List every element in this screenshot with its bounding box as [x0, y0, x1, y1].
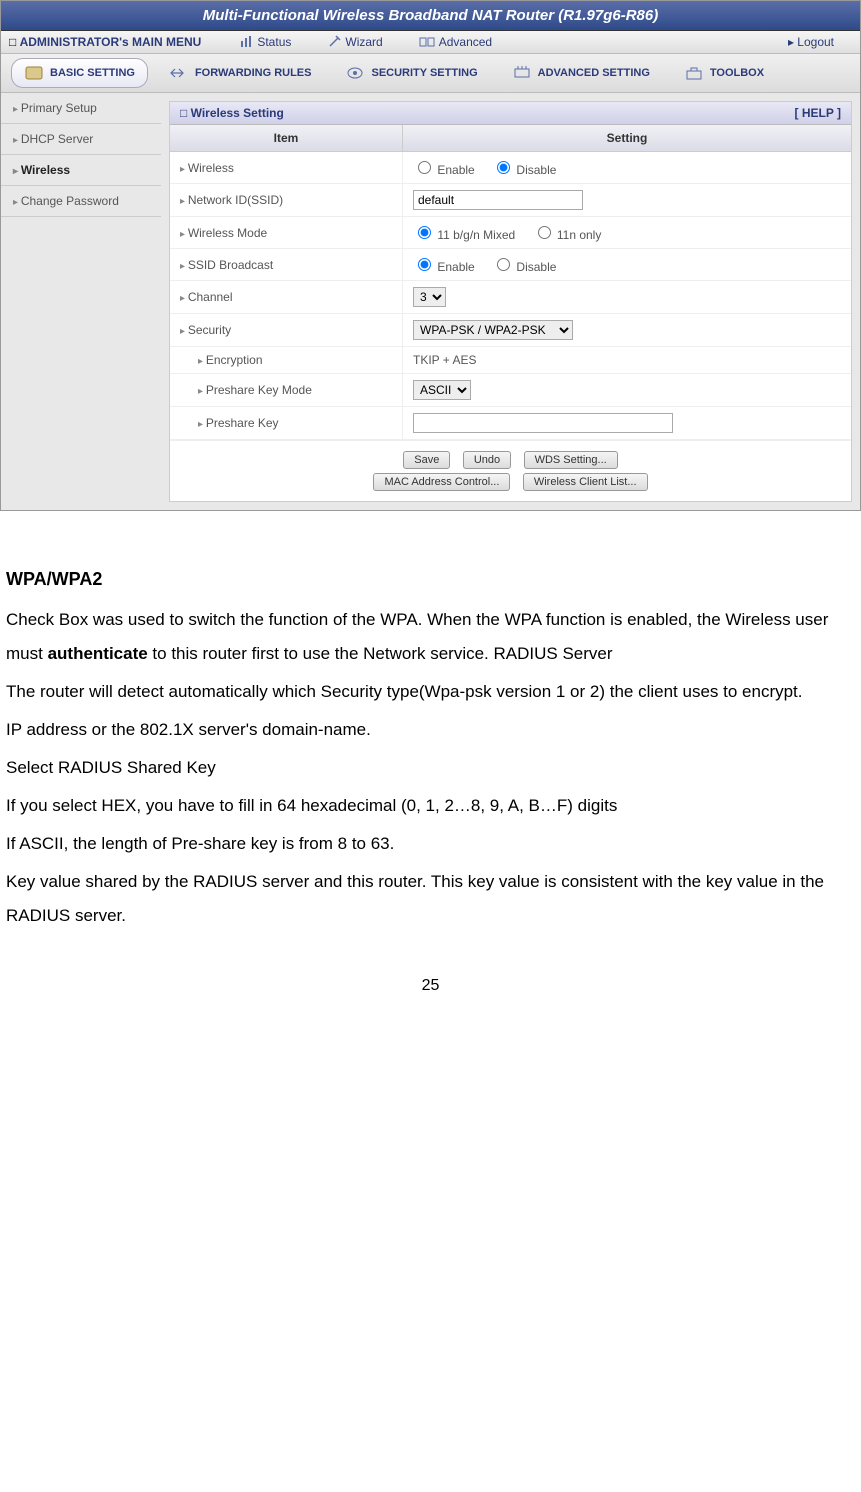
menu-wizard[interactable]: Wizard	[327, 35, 382, 49]
doc-p5: If you select HEX, you have to fill in 6…	[6, 789, 855, 823]
preshare-key-input[interactable]	[413, 413, 673, 433]
channel-select[interactable]: 3	[413, 287, 446, 307]
submenu-toolbox[interactable]: TOOLBOX	[671, 58, 777, 88]
wds-setting-button[interactable]: WDS Setting...	[524, 451, 618, 469]
submenu-basic-setting[interactable]: BASIC SETTING	[11, 58, 148, 88]
wizard-icon	[327, 35, 341, 49]
panel-title: Wireless Setting	[180, 106, 284, 120]
menu-status[interactable]: Status	[239, 35, 291, 49]
row-mode-value: 11 b/g/n Mixed 11n only	[403, 217, 852, 249]
wireless-enable[interactable]: Enable	[413, 163, 475, 177]
sidebar-dhcp-server[interactable]: DHCP Server	[1, 124, 161, 155]
row-wireless-label: Wireless	[170, 152, 403, 184]
submenu-forwarding-rules[interactable]: FORWARDING RULES	[156, 58, 325, 88]
toolbox-icon	[684, 65, 704, 81]
preshare-mode-select[interactable]: ASCII	[413, 380, 471, 400]
advanced-setting-icon	[512, 65, 532, 81]
submenu-security-setting[interactable]: SECURITY SETTING	[332, 58, 490, 88]
menu-box-icon: □	[9, 35, 20, 49]
doc-p7: Key value shared by the RADIUS server an…	[6, 865, 855, 933]
doc-p2: The router will detect automatically whi…	[6, 675, 855, 709]
doc-p6: If ASCII, the length of Pre-share key is…	[6, 827, 855, 861]
security-select[interactable]: WPA-PSK / WPA2-PSK	[413, 320, 573, 340]
menu-advanced[interactable]: Advanced	[419, 35, 492, 49]
forwarding-icon	[169, 65, 189, 81]
sidebar: Primary Setup DHCP Server Wireless Chang…	[1, 93, 161, 510]
undo-button[interactable]: Undo	[463, 451, 511, 469]
mode-mixed[interactable]: 11 b/g/n Mixed	[413, 228, 515, 242]
button-row: Save Undo WDS Setting... MAC Address Con…	[170, 440, 851, 501]
doc-p4: Select RADIUS Shared Key	[6, 751, 855, 785]
broadcast-enable[interactable]: Enable	[413, 260, 475, 274]
document-text: WPA/WPA2 Check Box was used to switch th…	[0, 511, 861, 957]
main-menu: □ ADMINISTRATOR's MAIN MENU Status Wizar…	[1, 31, 860, 54]
router-admin-panel: Multi-Functional Wireless Broadband NAT …	[0, 0, 861, 511]
sidebar-primary-setup[interactable]: Primary Setup	[1, 93, 161, 124]
content-area: Primary Setup DHCP Server Wireless Chang…	[1, 93, 860, 510]
broadcast-disable[interactable]: Disable	[492, 260, 556, 274]
save-button[interactable]: Save	[403, 451, 450, 469]
submenu-advanced-setting[interactable]: ADVANCED SETTING	[499, 58, 663, 88]
main-menu-label: ADMINISTRATOR's MAIN MENU	[20, 35, 202, 49]
main-content: Wireless Setting [ HELP ] Item Setting W…	[169, 101, 852, 502]
client-list-button[interactable]: Wireless Client List...	[523, 473, 648, 491]
security-icon	[345, 65, 365, 81]
mac-control-button[interactable]: MAC Address Control...	[373, 473, 510, 491]
doc-p1: Check Box was used to switch the functio…	[6, 603, 855, 671]
col-item: Item	[170, 125, 403, 152]
wireless-disable[interactable]: Disable	[492, 163, 556, 177]
row-broadcast-value: Enable Disable	[403, 249, 852, 281]
row-encryption-label: Encryption	[170, 347, 403, 374]
status-icon	[239, 35, 253, 49]
row-ssid-label: Network ID(SSID)	[170, 184, 403, 217]
page-number: 25	[0, 957, 861, 1015]
col-setting: Setting	[403, 125, 852, 152]
router-title: Multi-Functional Wireless Broadband NAT …	[1, 1, 860, 31]
row-preshare-key-label: Preshare Key	[170, 407, 403, 440]
logout-arrow-icon: ▸	[788, 35, 797, 49]
row-wireless-value: Enable Disable	[403, 152, 852, 184]
sub-menu: BASIC SETTING FORWARDING RULES SECURITY …	[1, 54, 860, 93]
doc-p3: IP address or the 802.1X server's domain…	[6, 713, 855, 747]
row-broadcast-label: SSID Broadcast	[170, 249, 403, 281]
mode-11n[interactable]: 11n only	[533, 228, 602, 242]
row-preshare-mode-label: Preshare Key Mode	[170, 374, 403, 407]
help-link[interactable]: [ HELP ]	[795, 106, 841, 120]
panel-header: Wireless Setting [ HELP ]	[170, 102, 851, 125]
ssid-input[interactable]	[413, 190, 583, 210]
doc-heading-wpa: WPA/WPA2	[6, 561, 855, 597]
advanced-icon	[419, 35, 435, 49]
row-encryption-value: TKIP + AES	[403, 347, 852, 374]
sidebar-wireless[interactable]: Wireless	[1, 155, 161, 186]
menu-logout[interactable]: ▸ Logout	[788, 35, 834, 49]
settings-table: Item Setting Wireless Enable Disable Net…	[170, 125, 851, 440]
row-channel-label: Channel	[170, 281, 403, 314]
basic-icon	[24, 65, 44, 81]
row-security-label: Security	[170, 314, 403, 347]
sidebar-change-password[interactable]: Change Password	[1, 186, 161, 217]
row-mode-label: Wireless Mode	[170, 217, 403, 249]
